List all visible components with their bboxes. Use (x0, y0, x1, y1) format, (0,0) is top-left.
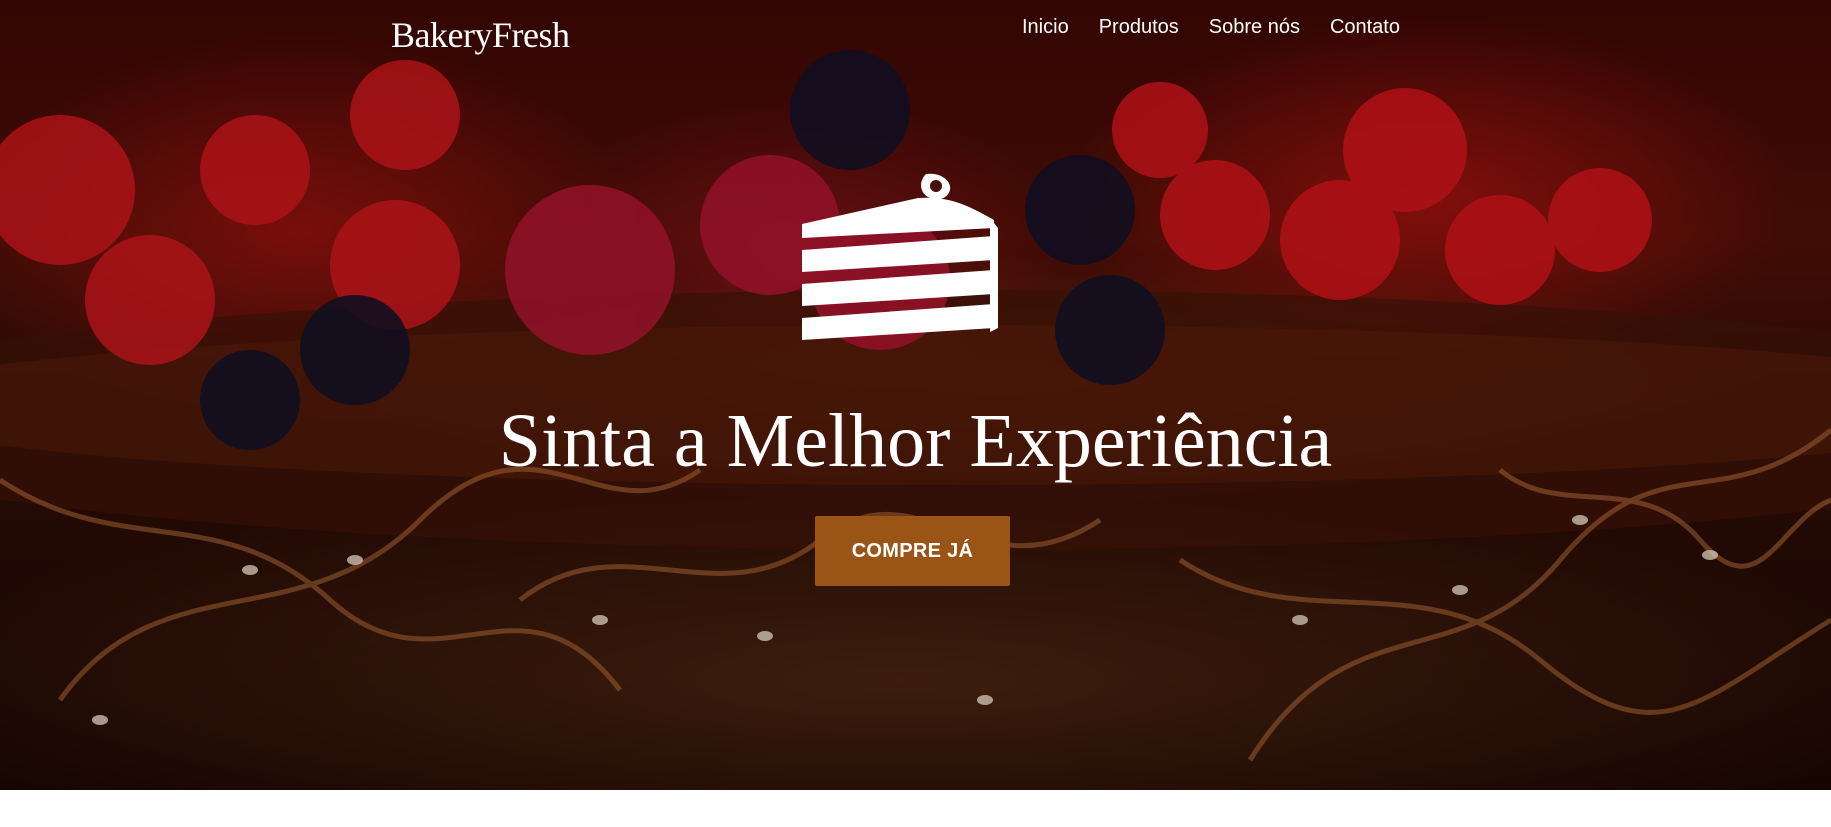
cake-slice-icon (802, 173, 998, 340)
nav-link-contato[interactable]: Contato (1330, 14, 1400, 40)
site-logo[interactable]: BakeryFresh (391, 14, 570, 56)
hero-section: BakeryFresh Inicio Produtos Sobre nós Co… (0, 0, 1831, 790)
nav-link-produtos[interactable]: Produtos (1099, 14, 1179, 40)
top-navigation: BakeryFresh Inicio Produtos Sobre nós Co… (0, 0, 1831, 56)
nav-link-inicio[interactable]: Inicio (1022, 14, 1069, 40)
hero-headline: Sinta a Melhor Experiência (498, 399, 1333, 483)
buy-now-button[interactable]: COMPRE JÁ (815, 516, 1010, 586)
nav-link-sobre-nos[interactable]: Sobre nós (1209, 14, 1300, 40)
main-menu: Inicio Produtos Sobre nós Contato (1022, 14, 1400, 40)
hero-overlay (0, 0, 1831, 790)
